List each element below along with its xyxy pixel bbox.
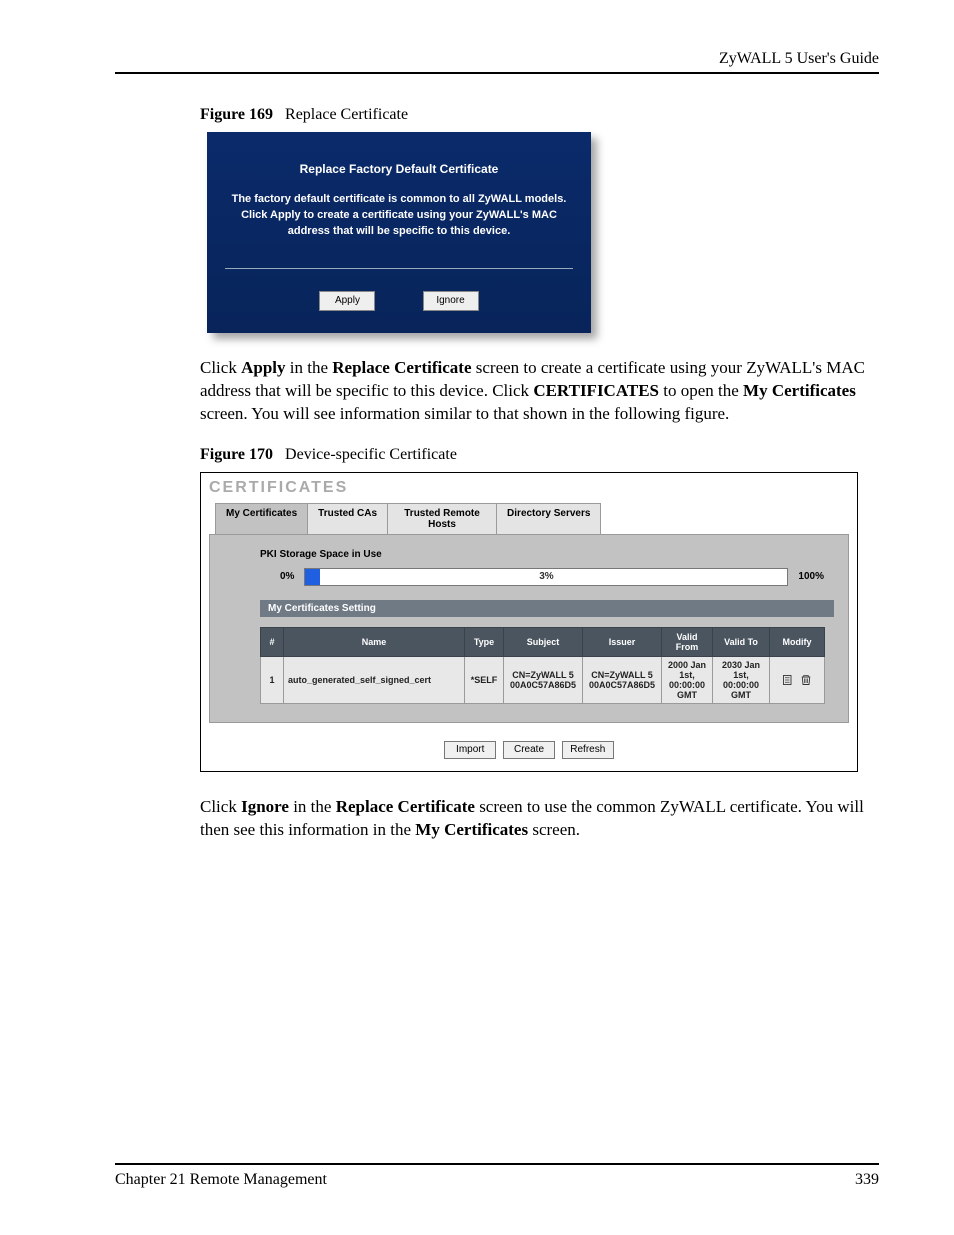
certificates-heading: CERTIFICATES [209,479,849,497]
my-certs-setting-label: My Certificates Setting [260,600,834,617]
tab-my-certificates[interactable]: My Certificates [215,503,308,535]
figure-169-title: Replace Certificate [285,106,408,123]
footer-page: 339 [855,1171,879,1189]
page-footer: Chapter 21 Remote Management 339 [115,1163,879,1189]
apply-button[interactable]: Apply [319,291,375,311]
tab-trusted-remote-hosts[interactable]: Trusted Remote Hosts [388,503,497,535]
figure-170-caption: Figure 170 Device-specific Certificate [200,446,879,464]
col-type: Type [465,627,504,656]
dialog-divider [225,268,573,269]
delete-icon[interactable] [798,674,814,684]
refresh-button[interactable]: Refresh [562,741,614,759]
cell-issuer: CN=ZyWALL 5 00A0C57A86D5 [583,656,662,703]
figure-169-label: Figure 169 [200,106,273,123]
body-paragraph-2: Click Ignore in the Replace Certificate … [200,796,879,842]
cell-modify [770,656,825,703]
dialog-title: Replace Factory Default Certificate [225,162,573,176]
body-paragraph-1: Click Apply in the Replace Certificate s… [200,357,879,426]
storage-min: 0% [280,571,294,582]
storage-label: PKI Storage Space in Use [260,549,834,560]
tab-directory-servers[interactable]: Directory Servers [497,503,601,535]
dialog-body: The factory default certificate is commo… [225,192,573,240]
figure-170-title: Device-specific Certificate [285,446,457,463]
cert-tabs: My Certificates Trusted CAs Trusted Remo… [215,503,849,535]
storage-max: 100% [798,571,824,582]
cell-valid-from: 2000 Jan 1st, 00:00:00 GMT [662,656,713,703]
replace-cert-dialog-wrap: Replace Factory Default Certificate The … [207,132,879,333]
import-button[interactable]: Import [444,741,496,759]
replace-cert-dialog: Replace Factory Default Certificate The … [207,132,591,333]
page-header: ZyWALL 5 User's Guide [115,50,879,74]
table-row: 1 auto_generated_self_signed_cert *SELF … [261,656,825,703]
cell-num: 1 [261,656,284,703]
cell-type: *SELF [465,656,504,703]
edit-icon[interactable] [780,674,799,684]
storage-pct: 3% [539,571,553,582]
storage-bar: 3% [304,568,788,586]
col-modify: Modify [770,627,825,656]
col-subject: Subject [504,627,583,656]
certificates-screenshot: CERTIFICATES My Certificates Trusted CAs… [200,472,879,772]
cell-subject: CN=ZyWALL 5 00A0C57A86D5 [504,656,583,703]
footer-chapter: Chapter 21 Remote Management [115,1171,327,1189]
ignore-button[interactable]: Ignore [423,291,479,311]
col-issuer: Issuer [583,627,662,656]
cert-table: # Name Type Subject Issuer Valid From Va… [260,627,825,704]
figure-169-caption: Figure 169 Replace Certificate [200,106,879,124]
col-valid-to: Valid To [713,627,770,656]
col-valid-from: Valid From [662,627,713,656]
storage-row: 0% 3% 100% [280,568,824,586]
storage-fill [305,569,319,585]
col-name: Name [284,627,465,656]
tab-trusted-cas[interactable]: Trusted CAs [308,503,388,535]
cert-panel: PKI Storage Space in Use 0% 3% 100% My C… [209,534,849,723]
figure-170-label: Figure 170 [200,446,273,463]
col-num: # [261,627,284,656]
cell-name: auto_generated_self_signed_cert [284,656,465,703]
create-button[interactable]: Create [503,741,555,759]
cell-valid-to: 2030 Jan 1st, 00:00:00 GMT [713,656,770,703]
